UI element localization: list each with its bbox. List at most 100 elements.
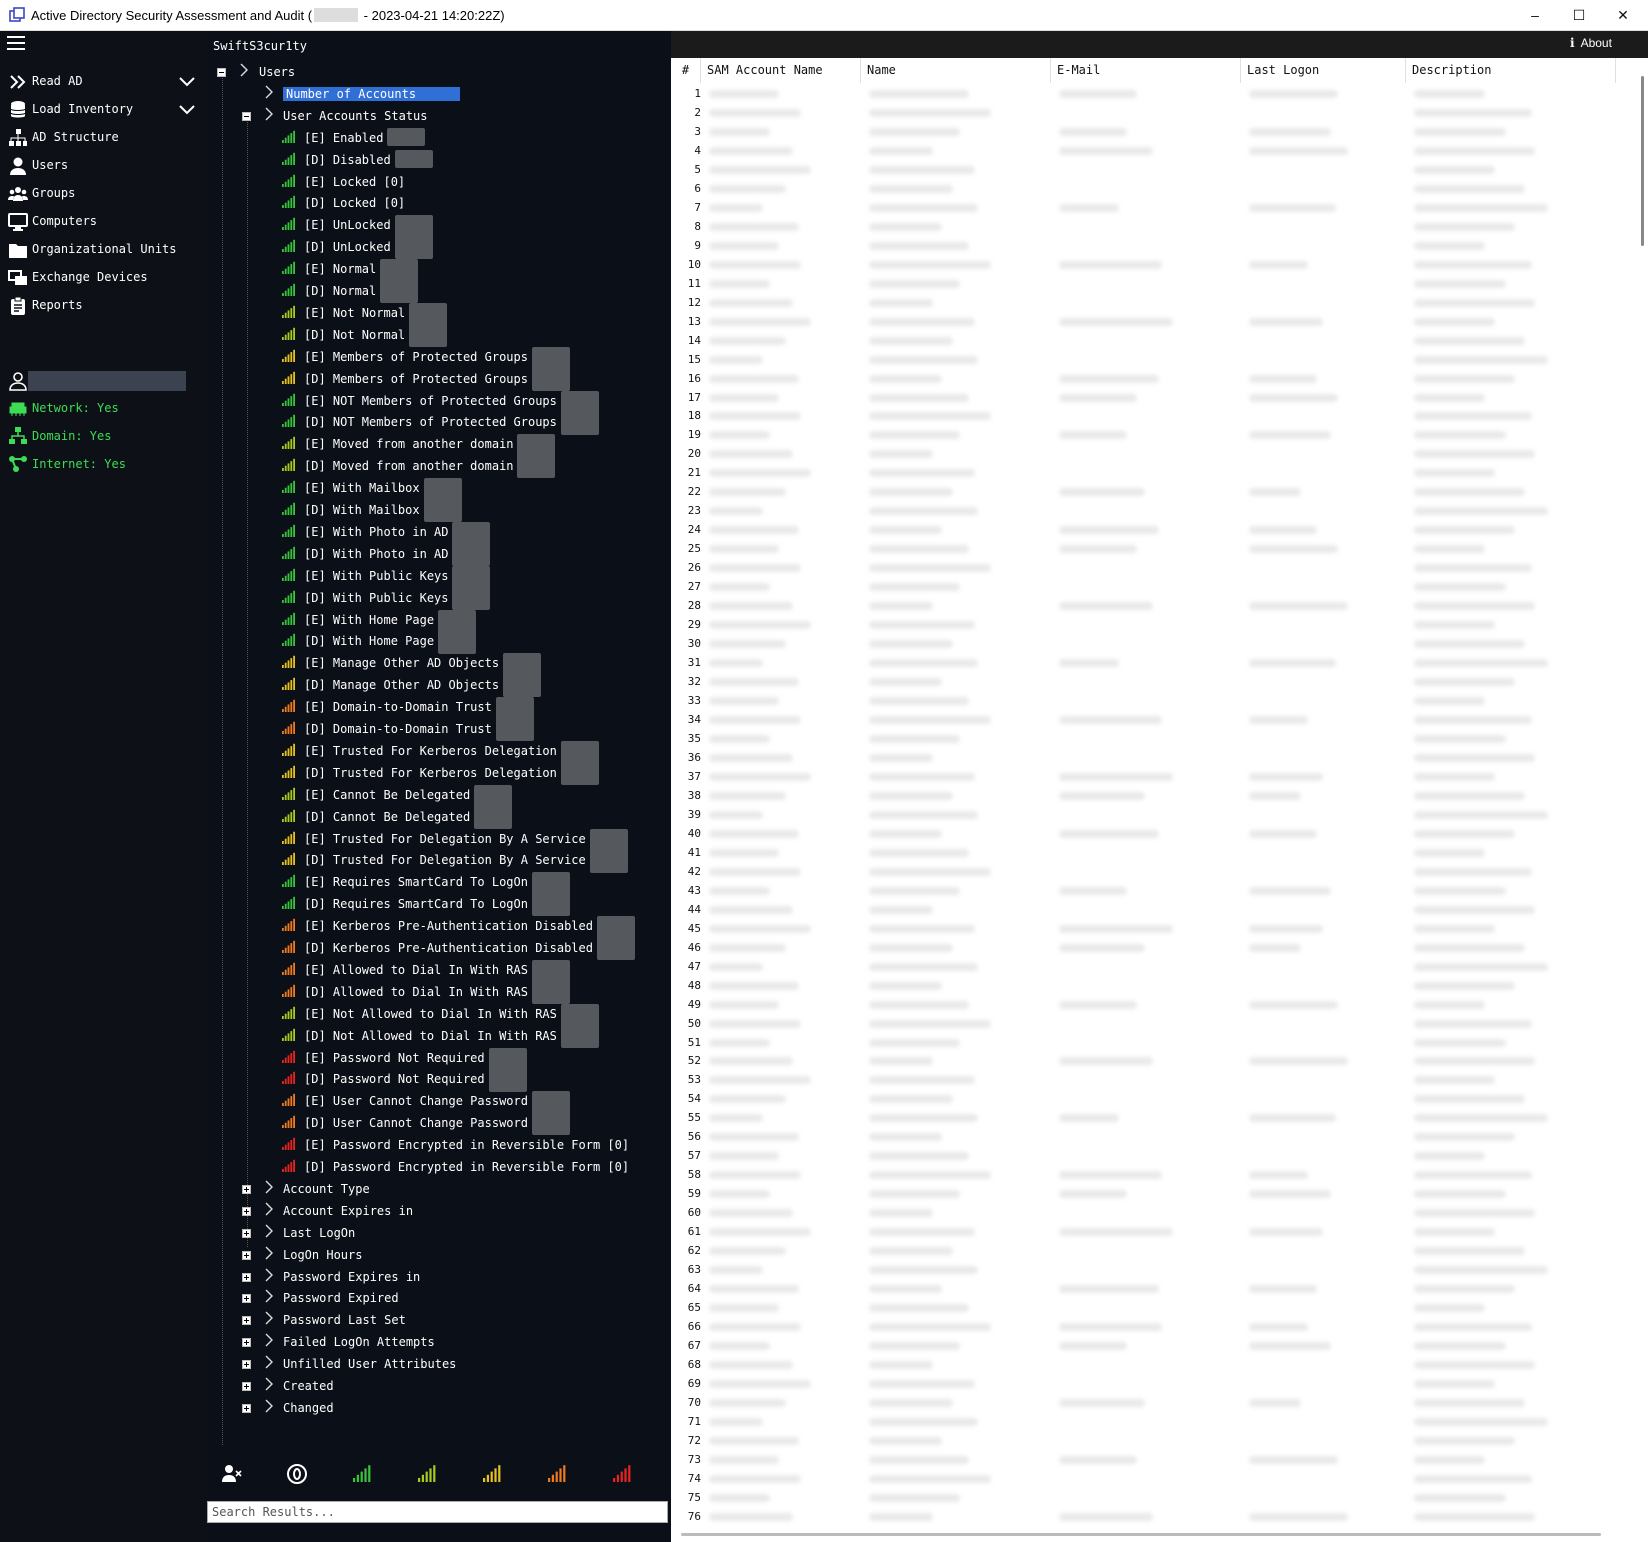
tree-node-collapsed[interactable]: Unfilled User Attributes (207, 1354, 667, 1376)
redacted-cell (1414, 393, 1485, 402)
chevron-right-icon[interactable] (264, 1179, 274, 1195)
minimize-button[interactable]: – (1512, 0, 1558, 31)
column-header[interactable]: Description (1406, 58, 1616, 83)
signal-bars-icon (282, 458, 295, 472)
redacted-cell (1414, 1493, 1507, 1502)
redacted-cell (709, 1076, 812, 1085)
column-header[interactable]: # (671, 58, 701, 83)
tree-node-collapsed[interactable]: Last LogOn (207, 1223, 667, 1245)
chevron-right-icon[interactable] (239, 62, 249, 78)
column-header[interactable]: E-Mail (1051, 58, 1241, 83)
chevron-right-icon[interactable] (264, 1267, 274, 1283)
redacted-cell (1414, 1474, 1532, 1483)
expand-icon[interactable] (242, 1403, 251, 1413)
tree-node-collapsed[interactable]: Failed LogOn Attempts (207, 1332, 667, 1354)
remove-user-icon[interactable] (221, 1463, 243, 1485)
nav-organizational-units[interactable]: Organizational Units (0, 237, 207, 263)
signal-green-icon[interactable] (351, 1463, 373, 1485)
chevron-right-icon[interactable] (264, 106, 274, 122)
chevron-right-icon[interactable] (264, 1398, 274, 1414)
horizontal-scrollbar[interactable] (681, 1533, 1601, 1536)
expand-icon[interactable] (242, 1382, 251, 1391)
redacted-cell (1414, 222, 1515, 231)
nav-reports[interactable]: Reports (0, 293, 207, 319)
tree-node-users[interactable]: Users (207, 62, 667, 84)
zero-circle-icon[interactable] (286, 1463, 308, 1485)
tree-node-collapsed[interactable]: Changed (207, 1398, 667, 1420)
redacted-cell (1414, 450, 1535, 459)
signal-lime-icon[interactable] (416, 1463, 438, 1485)
row-number: 20 (687, 447, 701, 461)
search-input[interactable]: Search Results... (207, 1501, 668, 1523)
signal-bars-icon (282, 502, 295, 515)
tree-node-collapsed[interactable]: Created (207, 1376, 667, 1398)
signal-yellow-icon[interactable] (481, 1463, 503, 1485)
chevron-down-icon[interactable] (177, 71, 197, 91)
expand-icon[interactable] (242, 1316, 251, 1326)
expand-icon[interactable] (242, 1338, 251, 1348)
maximize-button[interactable]: ☐ (1556, 0, 1602, 31)
redacted-cell (1414, 1171, 1532, 1180)
redacted-cell (709, 1209, 794, 1218)
about-button[interactable]: i About (1570, 36, 1612, 50)
redacted-cell (1249, 1285, 1318, 1294)
collapse-icon[interactable] (242, 111, 251, 121)
chevron-right-icon[interactable] (264, 1310, 274, 1326)
column-header[interactable]: Last Logon (1241, 58, 1406, 83)
redacted-cell (869, 203, 979, 212)
expand-icon[interactable] (242, 1272, 251, 1282)
signal-orange-icon[interactable] (546, 1463, 568, 1485)
tree-node-collapsed[interactable]: Password Expires in (207, 1267, 667, 1289)
collapse-icon[interactable] (217, 68, 226, 77)
tree-node-user-accounts-status[interactable]: User Accounts Status (207, 106, 667, 128)
chevron-right-icon[interactable] (264, 1223, 274, 1239)
redacted-cell (869, 1190, 961, 1199)
redacted-cell (1414, 924, 1495, 933)
nav-computers[interactable]: Computers (0, 209, 207, 235)
chevron-right-icon[interactable] (264, 1354, 274, 1370)
redacted-cell (869, 1228, 976, 1237)
internet-icon (9, 456, 27, 472)
column-header[interactable]: Name (861, 58, 1051, 83)
expand-icon[interactable] (242, 1228, 251, 1238)
redacted-cell (709, 146, 794, 155)
expand-icon[interactable] (242, 1206, 251, 1216)
nav-exchange-devices[interactable]: Exchange Devices (0, 265, 207, 291)
nav-groups[interactable]: Groups (0, 181, 207, 207)
tree-node-collapsed[interactable]: Password Last Set (207, 1310, 667, 1332)
column-header[interactable]: SAM Account Name (701, 58, 861, 83)
row-number: 49 (687, 997, 701, 1011)
close-button[interactable]: ✕ (1600, 0, 1646, 31)
nav-load-inventory[interactable]: Load Inventory (0, 97, 207, 123)
chevron-right-icon[interactable] (264, 1376, 274, 1392)
signal-red-icon[interactable] (611, 1463, 633, 1485)
vertical-scrollbar[interactable] (1641, 76, 1644, 246)
redacted-cell (1249, 317, 1324, 326)
tree-node-collapsed[interactable]: Password Expired (207, 1288, 667, 1310)
nav-users[interactable]: Users (0, 153, 207, 179)
signal-bars-icon (282, 1050, 295, 1063)
chevron-down-icon[interactable] (177, 99, 197, 119)
expand-icon[interactable] (242, 1250, 251, 1260)
nav-read-ad[interactable]: Read AD (0, 69, 207, 95)
redacted-cell (709, 583, 771, 592)
chevron-right-icon[interactable] (264, 1288, 274, 1304)
redacted-cell (869, 753, 933, 762)
chevron-right-icon[interactable] (264, 1245, 274, 1261)
signal-bars-icon (282, 1094, 295, 1107)
signal-bars-icon (282, 218, 295, 231)
chevron-right-icon[interactable] (264, 84, 274, 100)
tree-node-collapsed[interactable]: LogOn Hours (207, 1245, 667, 1267)
hamburger-menu-icon[interactable] (7, 36, 25, 52)
nav-ad-structure[interactable]: AD Structure (0, 125, 207, 151)
expand-icon[interactable] (242, 1360, 251, 1370)
tree-node-collapsed[interactable]: Account Type (207, 1179, 667, 1201)
chevron-right-icon[interactable] (264, 1332, 274, 1348)
tree-node-collapsed[interactable]: Account Expires in (207, 1201, 667, 1223)
expand-icon[interactable] (242, 1184, 251, 1194)
database-icon (10, 101, 26, 118)
tree-node-number-of-accounts[interactable]: Number of Accounts (207, 84, 667, 106)
expand-icon[interactable] (242, 1294, 251, 1304)
chevron-right-icon[interactable] (264, 1201, 274, 1217)
row-number: 33 (687, 694, 701, 708)
